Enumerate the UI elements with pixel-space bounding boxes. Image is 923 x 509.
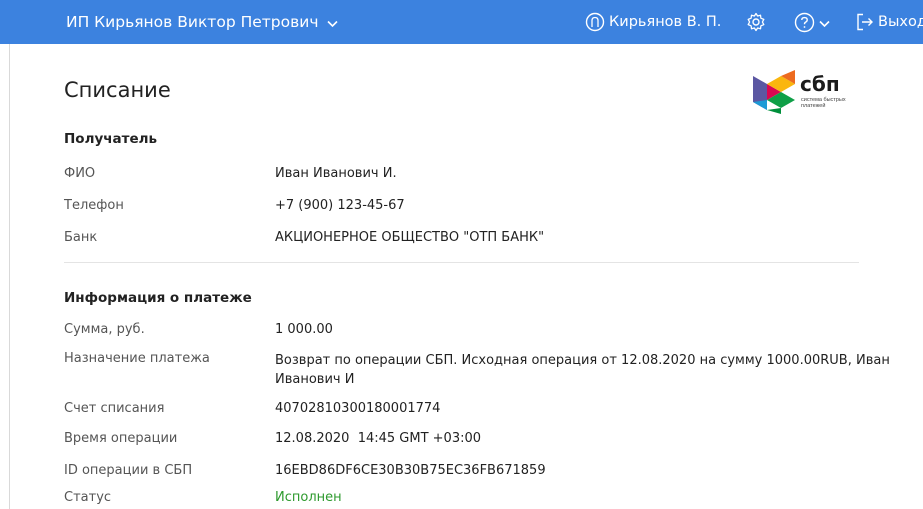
help-menu-button[interactable] [794, 0, 830, 44]
field-label: Телефон [64, 198, 124, 213]
organization-selector[interactable]: ИП Кирьянов Виктор Петрович [66, 0, 339, 45]
recipient-heading: Получатель [64, 131, 158, 147]
section-divider [64, 262, 859, 263]
field-value: Иван Иванович И. [275, 166, 397, 181]
field-value: 16EBD86DF6CE30B30B75EC36FB671859 [275, 463, 546, 478]
field-value: 12.08.2020 14:45 GMT +03:00 [275, 431, 482, 446]
sbp-logo-text: сбп [800, 72, 840, 96]
field-value: +7 (900) 123-45-67 [275, 198, 405, 213]
top-bar: ИП Кирьянов Виктор Петрович Кирьянов В. … [0, 0, 923, 44]
field-label: ФИО [64, 166, 96, 181]
help-icon [794, 12, 815, 32]
chevron-down-icon [327, 1, 339, 45]
field-label: Назначение платежа [64, 351, 210, 366]
field-label: Сумма, руб. [64, 322, 145, 337]
field-label: Статус [64, 490, 112, 505]
logout-icon [857, 13, 873, 31]
field-value: 1 000.00 [275, 322, 333, 337]
user-icon [585, 12, 605, 32]
field-label: Банк [64, 230, 98, 245]
payment-info-heading: Информация о платеже [64, 290, 252, 306]
logout-button[interactable]: Выход [855, 0, 923, 44]
page-title: Списание [64, 78, 171, 102]
field-value: 40702810300180001774 [275, 401, 441, 416]
settings-button[interactable] [746, 0, 766, 44]
field-label: ID операции в СБП [64, 463, 193, 478]
sbp-logo: сбп система быстрых платежей [751, 70, 871, 114]
field-label: Время операции [64, 431, 178, 446]
field-label: Счет списания [64, 401, 165, 416]
status-badge: Исполнен [275, 490, 342, 505]
chevron-down-icon [819, 13, 830, 32]
sbp-logo-subtitle: система быстрых платежей [801, 97, 846, 109]
sbp-logo-icon [753, 70, 795, 114]
logout-label: Выход [878, 14, 923, 30]
organization-name: ИП Кирьянов Виктор Петрович [66, 13, 319, 31]
content-border [9, 44, 10, 509]
field-value: Возврат по операции СБП. Исходная операц… [275, 353, 890, 387]
user-profile-button[interactable]: Кирьянов В. П. [585, 0, 721, 44]
user-name: Кирьянов В. П. [609, 14, 722, 30]
gear-icon [747, 12, 765, 32]
field-value: АКЦИОНЕРНОЕ ОБЩЕСТВО "ОТП БАНК" [275, 230, 545, 245]
